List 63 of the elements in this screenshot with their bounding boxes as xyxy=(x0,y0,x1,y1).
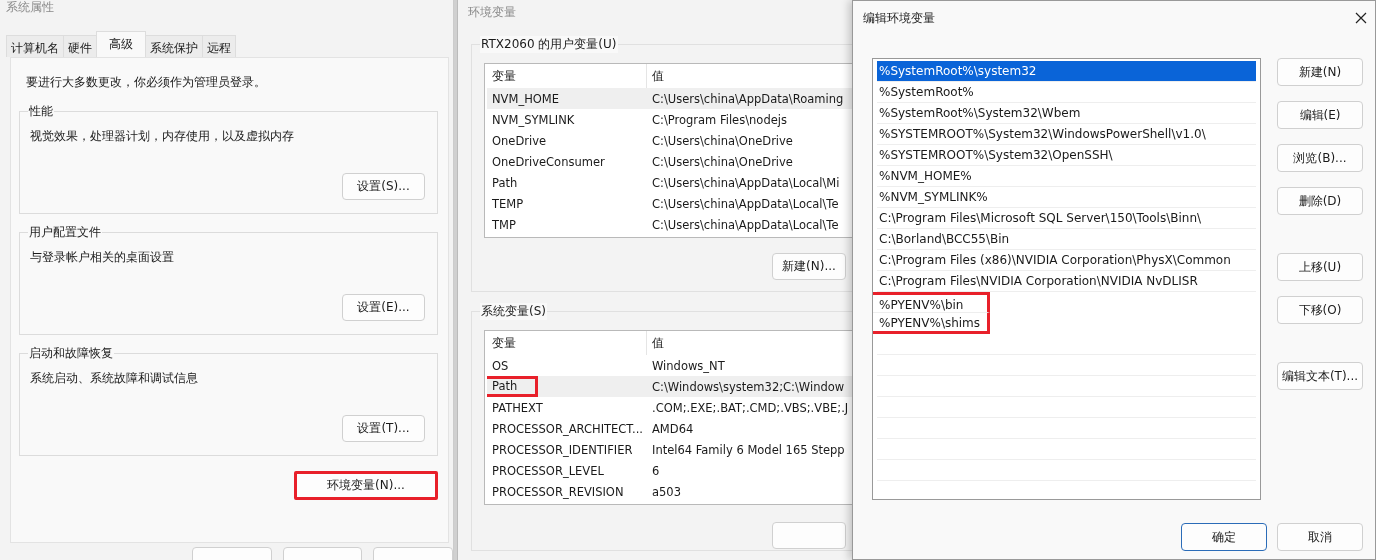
table-row[interactable]: NVM_SYMLINK C:\Program Files\nodejs xyxy=(487,109,852,130)
window-title: 环境变量 xyxy=(467,4,517,21)
table-row[interactable]: OS Windows_NT xyxy=(487,355,852,376)
list-item[interactable]: %NVM_HOME% xyxy=(877,166,1256,187)
action-button[interactable]: 新建(N) xyxy=(1277,58,1363,86)
list-item[interactable]: %PYENV%\bin xyxy=(873,292,990,313)
list-item[interactable]: %PYENV%\shims xyxy=(873,313,990,334)
group-title: 系统变量(S) xyxy=(480,303,547,320)
action-button[interactable]: 删除(D) xyxy=(1277,187,1363,215)
action-button[interactable]: 下移(O) xyxy=(1277,296,1363,324)
group-title: RTX2060 的用户变量(U) xyxy=(480,36,618,53)
group-description: 与登录帐户相关的桌面设置 xyxy=(30,249,174,266)
list-item[interactable]: %SystemRoot%\System32\Wbem xyxy=(877,103,1256,124)
table-row[interactable]: TEMP C:\Users\china\AppData\Local\Te xyxy=(487,193,852,214)
group-title: 用户配置文件 xyxy=(28,224,102,241)
list-item[interactable]: %SYSTEMROOT%\System32\OpenSSH\ xyxy=(877,145,1256,166)
group-title: 启动和故障恢复 xyxy=(28,345,114,362)
list-item[interactable]: C:\Borland\BCC55\Bin xyxy=(877,229,1256,250)
window-title: 编辑环境变量 xyxy=(863,9,935,27)
tab[interactable]: 硬件 xyxy=(63,35,97,57)
table-row[interactable]: PROCESSOR_IDENTIFIER Intel64 Family 6 Model 165 Stepp xyxy=(487,439,852,460)
group-description: 视觉效果，处理器计划，内存使用，以及虚拟内存 xyxy=(30,128,294,145)
notice-text: 要进行大多数更改，你必须作为管理员登录。 xyxy=(25,74,267,91)
list-item[interactable]: %NVM_SYMLINK% xyxy=(877,187,1256,208)
tab[interactable]: 系统保护 xyxy=(145,35,203,57)
action-button[interactable]: 编辑文本(T)... xyxy=(1277,362,1363,390)
ok-button[interactable]: 确定 xyxy=(1181,523,1267,551)
group-title: 性能 xyxy=(28,103,54,120)
close-icon[interactable] xyxy=(1355,12,1367,24)
settings-button[interactable]: 设置(E)... xyxy=(342,294,425,321)
column-header[interactable]: 值 xyxy=(647,335,664,351)
table-row[interactable]: OneDriveConsumer C:\Users\china\OneDrive xyxy=(487,151,852,172)
tab[interactable]: 高级 xyxy=(96,31,146,57)
list-item[interactable]: C:\Program Files\Microsoft SQL Server\150\Tools\Binn\ xyxy=(877,208,1256,229)
dialog-button[interactable] xyxy=(772,522,846,549)
action-button[interactable]: 浏览(B)... xyxy=(1277,144,1363,172)
table-row[interactable]: Path C:\Windows\system32;C:\Window xyxy=(487,376,852,397)
table-row[interactable]: PROCESSOR_REVISION a503 xyxy=(487,481,852,502)
list-item[interactable]: %SystemRoot%\system32 xyxy=(877,61,1256,82)
environment-variables-button[interactable]: 环境变量(N)... xyxy=(294,471,438,500)
list-item[interactable]: C:\Program Files\NVIDIA Corporation\NVIDIA NvDLISR xyxy=(877,271,1256,292)
table-row[interactable]: PROCESSOR_ARCHITECT... AMD64 xyxy=(487,418,852,439)
settings-button[interactable]: 设置(T)... xyxy=(342,415,425,442)
table-row[interactable]: NVM_HOME C:\Users\china\AppData\Roaming xyxy=(487,88,852,109)
cancel-button[interactable]: 取消 xyxy=(1277,523,1363,551)
action-button[interactable]: 上移(U) xyxy=(1277,253,1363,281)
window-title: 系统属性 xyxy=(5,0,55,16)
new-button[interactable]: 新建(N)... xyxy=(772,253,846,280)
list-item[interactable]: %SystemRoot% xyxy=(877,82,1256,103)
settings-button[interactable]: 设置(S)... xyxy=(342,173,425,200)
table-row[interactable]: TMP C:\Users\china\AppData\Local\Te xyxy=(487,214,852,235)
tab[interactable]: 计算机名 xyxy=(6,35,64,57)
action-button[interactable]: 编辑(E) xyxy=(1277,101,1363,129)
column-header[interactable]: 变量 xyxy=(487,331,647,355)
table-row[interactable]: OneDrive C:\Users\china\OneDrive xyxy=(487,130,852,151)
table-row[interactable]: Path C:\Users\china\AppData\Local\Mi xyxy=(487,172,852,193)
table-row[interactable]: PROCESSOR_LEVEL 6 xyxy=(487,460,852,481)
column-header[interactable]: 值 xyxy=(647,68,664,84)
tab[interactable]: 远程 xyxy=(202,35,236,57)
list-item[interactable]: %SYSTEMROOT%\System32\WindowsPowerShell\v1.0\ xyxy=(877,124,1256,145)
list-item[interactable]: C:\Program Files (x86)\NVIDIA Corporation\PhysX\Common xyxy=(877,250,1256,271)
table-row[interactable]: PATHEXT .COM;.EXE;.BAT;.CMD;.VBS;.VBE;.J xyxy=(487,397,852,418)
group-description: 系统启动、系统故障和调试信息 xyxy=(30,370,198,387)
